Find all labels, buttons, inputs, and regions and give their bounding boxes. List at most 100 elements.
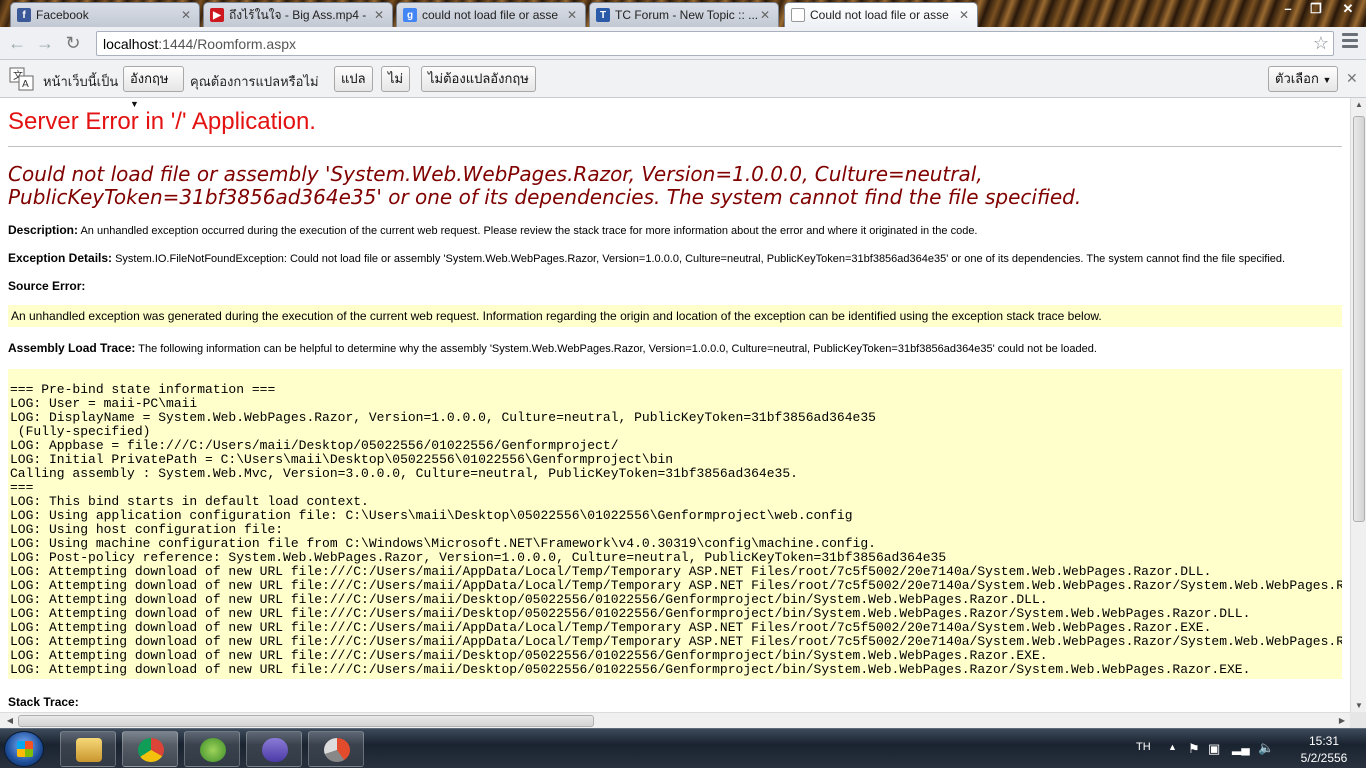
tab-label: could not load file or asse <box>422 8 559 22</box>
flag-icon[interactable]: ⚑ <box>1188 741 1200 757</box>
signal-icon[interactable]: ▂▄ <box>1232 741 1250 755</box>
scroll-left-icon[interactable]: ◀ <box>2 716 18 725</box>
trace-line: LOG: Using application configuration fil… <box>10 508 853 523</box>
trace-line: LOG: User = maii-PC\maii <box>10 396 198 411</box>
tab-youtube[interactable]: ▶ ถึงไร้ในใจ - Big Ass.mp4 - ✕ <box>203 2 393 27</box>
language-indicator[interactable]: TH <box>1136 741 1151 753</box>
close-infobar-icon[interactable]: ✕ <box>1346 70 1358 87</box>
tab-close-icon[interactable]: ✕ <box>372 8 386 22</box>
app-icon <box>324 738 350 762</box>
error-heading: Could not load file or assembly 'System.… <box>8 162 1082 209</box>
facebook-icon: f <box>17 8 31 22</box>
trace-line: LOG: Attempting download of new URL file… <box>10 578 1342 593</box>
visual-studio-icon <box>262 738 288 762</box>
reload-icon[interactable]: ↻ <box>60 30 86 56</box>
network-icon[interactable]: ▣ <box>1208 741 1220 757</box>
tab-close-icon[interactable]: ✕ <box>957 8 971 22</box>
horizontal-scrollbar[interactable]: ◀ ▶ <box>0 712 1350 728</box>
page-content: Server Error in '/' Application. Could n… <box>0 98 1350 712</box>
taskbar-app[interactable] <box>308 731 364 767</box>
tab-close-icon[interactable]: ✕ <box>565 8 579 22</box>
trace-line: LOG: This bind starts in default load co… <box>10 494 369 509</box>
no-button[interactable]: ไม่ <box>381 66 411 92</box>
url-path: :1444/Roomform.aspx <box>158 35 296 52</box>
scroll-corner <box>1350 712 1366 728</box>
vertical-scrollbar[interactable]: ▲ ▼ <box>1350 98 1366 712</box>
forum-icon: T <box>596 8 610 22</box>
vertical-scroll-thumb[interactable] <box>1353 116 1365 522</box>
address-bar[interactable]: localhost:1444/Roomform.aspx ☆ <box>96 31 1334 56</box>
volume-icon[interactable]: 🔈 <box>1258 740 1274 756</box>
trace-line: LOG: Attempting download of new URL file… <box>10 662 1251 677</box>
tab-google-search[interactable]: g could not load file or asse ✕ <box>396 2 586 27</box>
trace-line: LOG: Attempting download of new URL file… <box>10 648 1048 663</box>
trace-line: LOG: Post-policy reference: System.Web.W… <box>10 550 947 565</box>
assembly-load-trace-label: Assembly Load Trace: <box>8 341 136 355</box>
exception-label: Exception Details: <box>8 251 113 265</box>
page-title: Server Error in '/' Application. <box>8 108 316 135</box>
translate-question: คุณต้องการแปลหรือไม่ <box>190 74 319 89</box>
tab-tc-forum[interactable]: T TC Forum - New Topic :: ... ✕ <box>589 2 779 27</box>
translate-label: หน้าเว็บนี้เป็น <box>43 74 119 89</box>
tab-close-icon[interactable]: ✕ <box>179 8 193 22</box>
clock-date[interactable]: 5/2/2556 <box>1294 751 1354 765</box>
chrome-icon <box>138 738 164 762</box>
taskbar-chrome[interactable] <box>122 731 178 767</box>
svg-text:A: A <box>22 79 29 90</box>
browser-toolbar: ← → ↻ localhost:1444/Roomform.aspx ☆ <box>0 27 1366 60</box>
trace-line: LOG: Attempting download of new URL file… <box>10 564 1212 579</box>
source-error-row: Source Error: <box>8 279 1342 293</box>
restore-button[interactable]: ❐ <box>1302 0 1330 18</box>
trace-line: Calling assembly : System.Web.Mvc, Versi… <box>10 466 798 481</box>
windows-logo-icon <box>17 741 33 757</box>
tab-strip: f Facebook ✕ ▶ ถึงไร้ในใจ - Big Ass.mp4 … <box>0 0 1366 27</box>
trace-line: LOG: Using machine configuration file fr… <box>10 536 876 551</box>
trace-line: LOG: DisplayName = System.Web.WebPages.R… <box>10 410 876 425</box>
taskbar-messenger[interactable] <box>184 731 240 767</box>
start-button[interactable] <box>4 731 44 767</box>
google-icon: g <box>403 8 417 22</box>
chevron-down-icon: ▼ <box>1322 75 1332 85</box>
trace-line: LOG: Attempting download of new URL file… <box>10 592 1048 607</box>
show-hidden-icons-icon[interactable]: ▲ <box>1168 742 1177 752</box>
assembly-load-trace-row: Assembly Load Trace: The following infor… <box>8 341 1342 355</box>
trace-line: LOG: Attempting download of new URL file… <box>10 620 1212 635</box>
scroll-up-icon[interactable]: ▲ <box>1351 100 1366 109</box>
language-select[interactable]: อังกฤษ ▼ <box>123 66 184 109</box>
close-window-button[interactable]: ✕ <box>1330 0 1366 18</box>
trace-line: LOG: Using host configuration file: <box>10 522 284 537</box>
trace-line: === Pre-bind state information === <box>10 382 276 397</box>
tab-facebook[interactable]: f Facebook ✕ <box>10 2 200 27</box>
trace-line: (Fully-specified) <box>10 424 151 439</box>
back-icon[interactable]: ← <box>4 30 30 56</box>
forward-icon[interactable]: → <box>32 30 58 56</box>
never-translate-button[interactable]: ไม่ต้องแปลอังกฤษ <box>421 66 536 92</box>
trace-line: LOG: Appbase = file:///C:/Users/maii/Des… <box>10 438 619 453</box>
tab-label: ถึงไร้ในใจ - Big Ass.mp4 - <box>229 7 367 22</box>
taskbar: TH ▲ ⚑ ▣ ▂▄ 🔈 15:31 5/2/2556 <box>0 728 1366 768</box>
trace-line: LOG: Attempting download of new URL file… <box>10 606 1251 621</box>
scroll-right-icon[interactable]: ▶ <box>1334 716 1350 725</box>
translate-icon: 文 A <box>9 67 34 91</box>
exception-details-row: Exception Details: System.IO.FileNotFoun… <box>8 251 1342 265</box>
tab-active-error[interactable]: Could not load file or asse ✕ <box>784 2 978 27</box>
options-button[interactable]: ตัวเลือก ▼ <box>1268 66 1339 92</box>
scroll-down-icon[interactable]: ▼ <box>1351 701 1366 710</box>
translate-infobar: 文 A หน้าเว็บนี้เป็น อังกฤษ ▼ คุณต้องการแ… <box>0 60 1366 109</box>
language-value: อังกฤษ <box>130 71 169 86</box>
bookmark-star-icon[interactable]: ☆ <box>1313 33 1329 54</box>
menu-wrench-icon[interactable] <box>1342 33 1358 53</box>
taskbar-explorer[interactable] <box>60 731 116 767</box>
horizontal-scroll-thumb[interactable] <box>18 715 594 727</box>
options-label: ตัวเลือก <box>1275 71 1319 86</box>
source-error-box: An unhandled exception was generated dur… <box>8 305 1342 327</box>
translate-button[interactable]: แปล <box>334 66 373 92</box>
taskbar-visual-studio[interactable] <box>246 731 302 767</box>
tab-close-icon[interactable]: ✕ <box>758 8 772 22</box>
divider <box>8 146 1342 147</box>
minimize-button[interactable]: – <box>1274 0 1302 18</box>
explorer-icon <box>76 738 102 762</box>
clock-time[interactable]: 15:31 <box>1294 734 1354 748</box>
source-error-label: Source Error: <box>8 279 86 293</box>
description-row: Description: An unhandled exception occu… <box>8 223 1342 237</box>
